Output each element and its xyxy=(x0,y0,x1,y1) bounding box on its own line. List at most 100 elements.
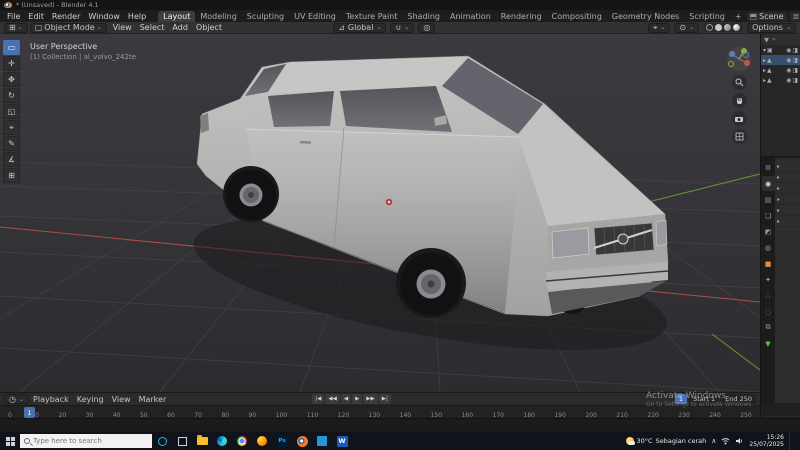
properties-tab-particles[interactable]: ∴ xyxy=(762,288,775,303)
workspace-tab[interactable]: Modeling xyxy=(195,11,241,22)
workspace-tab[interactable]: Scripting xyxy=(684,11,730,22)
editor-type-selector[interactable]: ⊞ ⌄ xyxy=(4,22,28,33)
start-button[interactable] xyxy=(0,432,20,450)
measure-tool[interactable]: ∡ xyxy=(3,152,20,167)
snap-toggle[interactable]: ∪ ⌄ xyxy=(390,22,415,33)
menu-item[interactable]: Render xyxy=(48,12,84,21)
rotate-tool[interactable]: ↻ xyxy=(3,88,20,103)
menu-item[interactable]: Help xyxy=(124,12,150,21)
workspace-tab[interactable]: Shading xyxy=(402,11,445,22)
transport-button[interactable]: ▶ xyxy=(352,394,363,404)
timeline-menu-item[interactable]: Marker xyxy=(135,395,171,404)
taskbar-search[interactable] xyxy=(20,434,152,448)
viewport-3d[interactable]: User Perspective (1) Collection | al_vol… xyxy=(0,34,760,392)
properties-tab-object[interactable]: ■ xyxy=(762,256,775,271)
viewport-menu-item[interactable]: View xyxy=(109,23,136,32)
timeline-menu-item[interactable]: View xyxy=(108,395,135,404)
select-box-tool[interactable]: ▭ xyxy=(3,40,20,55)
chevron-right-icon[interactable]: ▸ xyxy=(763,67,766,74)
timeline-ruler[interactable]: 0 10 20 30 40 50 60 70 80 90 100 110 120 130 140 150 160… xyxy=(0,405,760,419)
outliner-filter-icon[interactable]: ▼ xyxy=(764,36,769,44)
mode-selector[interactable]: ▢ Object Mode ⌄ xyxy=(29,22,107,33)
chevron-down-icon[interactable]: ▾ xyxy=(763,47,766,54)
scale-tool[interactable]: ◱ xyxy=(3,104,20,119)
outliner-row-object[interactable]: ▸ ▲ ◉ ◨ xyxy=(761,75,800,85)
vscode-button[interactable] xyxy=(312,432,332,450)
pan-button[interactable] xyxy=(731,93,747,108)
workspace-tab[interactable]: Sculpting xyxy=(242,11,289,22)
overlays-dropdown[interactable]: ⊙ ⌄ xyxy=(674,22,700,33)
chrome-button[interactable] xyxy=(232,432,252,450)
playhead[interactable]: 1 xyxy=(24,407,35,418)
tray-expand-button[interactable]: ∧ xyxy=(711,437,716,445)
properties-section[interactable]: ▸ xyxy=(775,161,800,172)
weather-widget[interactable]: 30°C Sebagian cerah xyxy=(625,437,706,445)
workspace-tab[interactable]: UV Editing xyxy=(289,11,341,22)
transport-button[interactable]: ◀ xyxy=(340,394,352,404)
firefox-button[interactable] xyxy=(252,432,272,450)
eye-icon[interactable]: ◉ xyxy=(786,57,791,64)
camera-toggle-icon[interactable]: ◨ xyxy=(792,47,798,54)
workspace-tab[interactable]: Compositing xyxy=(547,11,607,22)
menu-item[interactable]: File xyxy=(3,12,24,21)
annotate-tool[interactable]: ✎ xyxy=(3,136,20,151)
file-explorer-button[interactable] xyxy=(192,432,212,450)
workspace-tab[interactable]: Texture Paint xyxy=(341,11,403,22)
blender-taskbar-button[interactable] xyxy=(292,432,312,450)
properties-tab-viewlayer[interactable]: ❏ xyxy=(762,208,775,223)
taskbar-clock[interactable]: 15:26 25/07/2025 xyxy=(749,434,784,449)
workspace-tab[interactable]: Geometry Nodes xyxy=(607,11,684,22)
viewport-canvas[interactable] xyxy=(0,34,760,392)
transform-orientation-selector[interactable]: ⊿ Global ⌄ xyxy=(333,22,387,33)
properties-tab-modifiers[interactable]: ✦ xyxy=(762,272,775,287)
frame-start-field[interactable]: Start 1 xyxy=(689,394,720,404)
eye-icon[interactable]: ◉ xyxy=(786,67,791,74)
solid-shading-icon[interactable] xyxy=(715,24,723,31)
material-shading-icon[interactable] xyxy=(724,24,732,31)
properties-tab-constraints[interactable]: ⧉ xyxy=(762,320,775,335)
viewlayer-selector[interactable]: ≣ ViewLayer xyxy=(789,11,800,21)
speaker-icon[interactable] xyxy=(735,437,744,445)
properties-section[interactable]: ▸ xyxy=(775,205,800,216)
gizmos-dropdown[interactable]: ⌖ ⌄ xyxy=(647,22,671,33)
workspace-tab[interactable]: Layout xyxy=(158,10,196,22)
timeline-menu-item[interactable]: Keying xyxy=(73,395,108,404)
move-tool[interactable]: ✥ xyxy=(3,72,20,87)
viewport-menu-item[interactable]: Select xyxy=(136,23,169,32)
camera-toggle-icon[interactable]: ◨ xyxy=(792,67,798,74)
wireframe-shading-icon[interactable] xyxy=(706,24,714,31)
ortho-toggle-button[interactable] xyxy=(731,129,747,144)
frame-end-field[interactable]: End 250 xyxy=(721,394,756,404)
edge-button[interactable] xyxy=(212,432,232,450)
timeline-editor-selector[interactable]: ◷ ⌄ xyxy=(4,394,30,404)
outliner-search-icon[interactable]: ⌕ xyxy=(772,35,776,44)
options-dropdown[interactable]: Options ⌄ xyxy=(747,22,796,33)
eye-icon[interactable]: ◉ xyxy=(786,77,791,84)
cursor-tool[interactable]: ✛ xyxy=(3,56,20,71)
transport-button[interactable]: ◀◀ xyxy=(325,394,340,404)
properties-tab-data[interactable]: ▼ xyxy=(762,336,775,351)
zoom-button[interactable] xyxy=(731,75,747,90)
transport-button[interactable]: |◀ xyxy=(312,394,325,404)
word-button[interactable]: W xyxy=(332,432,352,450)
properties-tab-physics[interactable]: ◌ xyxy=(762,304,775,319)
outliner-row-collection[interactable]: ▾ ▣ ◉ ◨ xyxy=(761,45,800,55)
rendered-shading-icon[interactable] xyxy=(733,24,741,31)
transport-button[interactable]: ▶| xyxy=(378,394,391,404)
menu-item[interactable]: Edit xyxy=(24,12,48,21)
properties-section[interactable]: ▸ xyxy=(775,183,800,194)
wifi-icon[interactable] xyxy=(721,437,730,445)
properties-tab-output[interactable]: ▤ xyxy=(762,192,775,207)
chevron-right-icon[interactable]: ▸ xyxy=(763,77,766,84)
axis-gizmo[interactable] xyxy=(726,46,752,72)
properties-tab-world[interactable]: ◍ xyxy=(762,240,775,255)
outliner-row-object[interactable]: ▸ ▲ ◉ ◨ xyxy=(761,65,800,75)
camera-toggle-icon[interactable]: ◨ xyxy=(792,57,798,64)
transform-tool[interactable]: ⌖ xyxy=(3,120,20,135)
camera-toggle-icon[interactable]: ◨ xyxy=(792,77,798,84)
eye-icon[interactable]: ◉ xyxy=(786,47,791,54)
current-frame-field[interactable]: 1 xyxy=(674,394,688,404)
task-view-button[interactable] xyxy=(172,432,192,450)
chevron-right-icon[interactable]: ▸ xyxy=(763,57,766,64)
notification-center-button[interactable] xyxy=(789,432,797,450)
